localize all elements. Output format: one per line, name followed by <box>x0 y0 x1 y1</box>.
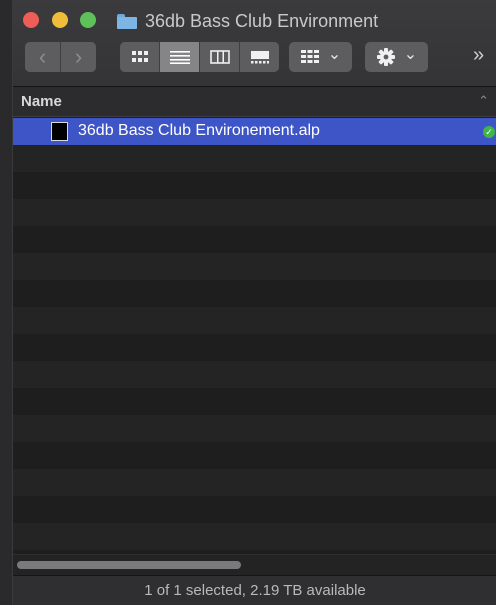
empty-row <box>13 226 496 253</box>
chevron-right-icon: › <box>74 44 83 69</box>
gallery-view-button[interactable] <box>239 42 279 72</box>
empty-row <box>13 280 496 307</box>
action-button[interactable]: ⌄ <box>365 42 428 72</box>
view-mode-switcher <box>120 42 279 72</box>
empty-row <box>13 388 496 415</box>
empty-row <box>13 496 496 523</box>
finder-window: 36db Bass Club Environment ‹ › ⌄ ⌄ » Nam… <box>12 0 496 605</box>
synced-check-icon: ✓ <box>483 126 495 138</box>
grid-icon <box>300 50 319 63</box>
empty-row <box>13 523 496 550</box>
file-name: 36db Bass Club Environement.alp <box>78 122 320 139</box>
group-by-button[interactable]: ⌄ <box>289 42 352 72</box>
empty-row <box>13 415 496 442</box>
empty-row <box>13 253 496 280</box>
empty-row <box>13 361 496 388</box>
scrollbar-thumb[interactable] <box>17 561 241 569</box>
empty-row <box>13 442 496 469</box>
toolbar: 36db Bass Club Environment ‹ › ⌄ ⌄ » <box>13 0 496 87</box>
status-text: 1 of 1 selected, 2.19 TB available <box>144 582 366 599</box>
window-title: 36db Bass Club Environment <box>117 10 378 32</box>
close-window-button[interactable] <box>23 12 39 28</box>
empty-row <box>13 145 496 172</box>
column-view-icon <box>209 50 230 64</box>
sort-ascending-icon: ⌃ <box>478 93 489 108</box>
empty-row <box>13 334 496 361</box>
gallery-view-icon <box>250 51 269 64</box>
toolbar-overflow-button[interactable]: » <box>473 44 484 67</box>
list-view-icon <box>169 51 190 64</box>
column-header-name[interactable]: Name ⌃ <box>13 87 496 117</box>
icon-view-button[interactable] <box>120 42 159 72</box>
list-view-button[interactable] <box>159 42 199 72</box>
chevron-left-icon: ‹ <box>38 44 47 69</box>
file-row[interactable]: 36db Bass Club Environement.alp ✓ <box>13 118 496 145</box>
action-menu[interactable]: ⌄ <box>365 42 428 72</box>
empty-row <box>13 199 496 226</box>
folder-icon <box>117 13 137 29</box>
navigation-buttons: ‹ › <box>25 42 96 72</box>
empty-row <box>13 172 496 199</box>
file-icon <box>51 122 68 141</box>
group-by-menu[interactable]: ⌄ <box>289 42 352 72</box>
back-button[interactable]: ‹ <box>25 42 60 72</box>
icon-view-icon <box>131 51 148 62</box>
status-bar: 1 of 1 selected, 2.19 TB available <box>13 575 496 605</box>
forward-button[interactable]: › <box>60 42 96 72</box>
chevron-down-icon: ⌄ <box>327 46 342 63</box>
gear-icon <box>376 48 395 66</box>
empty-row <box>13 307 496 334</box>
minimize-window-button[interactable] <box>52 12 68 28</box>
maximize-window-button[interactable] <box>80 12 96 28</box>
chevron-down-icon: ⌄ <box>403 46 418 63</box>
horizontal-scrollbar[interactable] <box>13 554 496 575</box>
window-title-text: 36db Bass Club Environment <box>145 10 379 31</box>
column-header-label: Name <box>21 93 62 110</box>
column-view-button[interactable] <box>199 42 239 72</box>
file-list: 36db Bass Club Environement.alp ✓ <box>13 118 496 554</box>
empty-row <box>13 469 496 496</box>
